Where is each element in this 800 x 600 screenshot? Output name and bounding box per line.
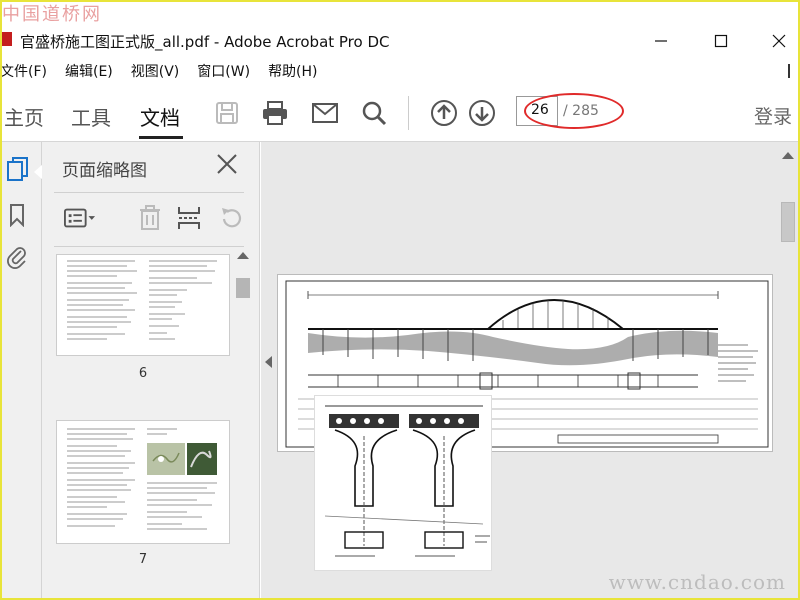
watermark-bottom: www.cndao.com [608, 570, 786, 594]
paperclip-icon [7, 247, 26, 269]
page-thumbnails-button[interactable] [4, 156, 30, 182]
thumbnail-page-label: 7 [138, 552, 148, 567]
thumbnail-text-page [67, 260, 217, 340]
thumbnail-panel: 页面缩略图 6 7 [42, 142, 260, 600]
thumbnail-scrollbar[interactable] [234, 252, 252, 577]
toolbar-separator [408, 96, 409, 130]
document-scrollbar[interactable] [780, 152, 796, 592]
panel-close-button[interactable] [215, 152, 239, 176]
pdf-file-icon [2, 32, 12, 46]
pier-drawing [324, 405, 490, 557]
attachments-button[interactable] [4, 244, 30, 270]
menu-window[interactable]: 窗口(W) [197, 61, 250, 81]
page-thumbnail[interactable] [56, 254, 230, 356]
bookmark-icon [10, 204, 24, 227]
email-button[interactable] [310, 98, 340, 128]
options-button[interactable] [64, 204, 96, 232]
options-menu-icon [64, 208, 96, 228]
tab-home[interactable]: 主页 [4, 102, 44, 131]
close-icon [772, 34, 786, 48]
close-icon [217, 154, 237, 174]
search-button[interactable] [359, 98, 389, 128]
tab-document[interactable]: 文档 [140, 102, 180, 131]
insert-page-icon [178, 207, 200, 229]
email-icon [312, 103, 338, 123]
panel-divider [54, 192, 244, 193]
rotate-page-button[interactable] [216, 204, 248, 232]
menu-bar: 文件(F) 编辑(E) 视图(V) 窗口(W) 帮助(H) [0, 58, 800, 84]
scroll-up-arrow[interactable] [237, 252, 249, 259]
save-button[interactable] [212, 98, 242, 128]
menu-edit[interactable]: 编辑(E) [65, 61, 113, 81]
insert-page-button[interactable] [173, 204, 205, 232]
print-button[interactable] [260, 98, 290, 128]
scroll-up-arrow[interactable] [782, 152, 794, 159]
title-bar: 官盛桥施工图正式版_all.pdf - Adobe Acrobat Pro DC [0, 22, 800, 58]
active-tab-indicator [139, 136, 183, 139]
pier-section-drawing [314, 395, 492, 571]
panel-divider [54, 246, 244, 247]
annotation-oval [524, 93, 624, 129]
previous-page-button[interactable] [429, 98, 459, 128]
menu-file[interactable]: 文件(F) [0, 61, 47, 81]
menu-view[interactable]: 视图(V) [131, 61, 180, 81]
page-thumbnail[interactable] [56, 420, 230, 544]
close-button[interactable] [756, 26, 800, 56]
bookmarks-button[interactable] [4, 202, 30, 228]
minimize-icon [655, 40, 667, 42]
search-icon [362, 101, 387, 126]
menu-bar-edge [788, 64, 790, 78]
arrow-down-circle-icon [469, 100, 495, 126]
collapse-panel-arrow[interactable] [265, 356, 272, 368]
rotate-icon [222, 208, 242, 228]
delete-page-button[interactable] [134, 204, 166, 232]
maximize-button[interactable] [698, 26, 744, 56]
thumbnail-text-page [67, 428, 217, 530]
next-page-button[interactable] [467, 98, 497, 128]
print-icon [263, 101, 287, 125]
menu-help[interactable]: 帮助(H) [268, 61, 317, 81]
arrow-up-circle-icon [431, 100, 457, 126]
page-thumbnails-icon [7, 157, 28, 181]
panel-title: 页面缩略图 [62, 161, 147, 181]
scrollbar-thumb[interactable] [781, 202, 795, 242]
document-view[interactable] [261, 142, 800, 600]
login-button[interactable]: 登录 [754, 102, 792, 129]
trash-icon [140, 205, 160, 230]
window-title: 官盛桥施工图正式版_all.pdf - Adobe Acrobat Pro DC [20, 33, 390, 51]
watermark-top: 中国道桥网 [2, 4, 102, 25]
tab-tools[interactable]: 工具 [71, 102, 111, 131]
scrollbar-thumb[interactable] [236, 278, 250, 298]
thumbnail-page-label: 6 [138, 366, 148, 381]
navigation-rail [0, 142, 43, 600]
save-icon [216, 102, 238, 124]
toolbar: 主页 工具 文档 26 / 285 登录 [0, 84, 800, 142]
minimize-button[interactable] [638, 26, 684, 56]
maximize-icon [714, 34, 728, 48]
